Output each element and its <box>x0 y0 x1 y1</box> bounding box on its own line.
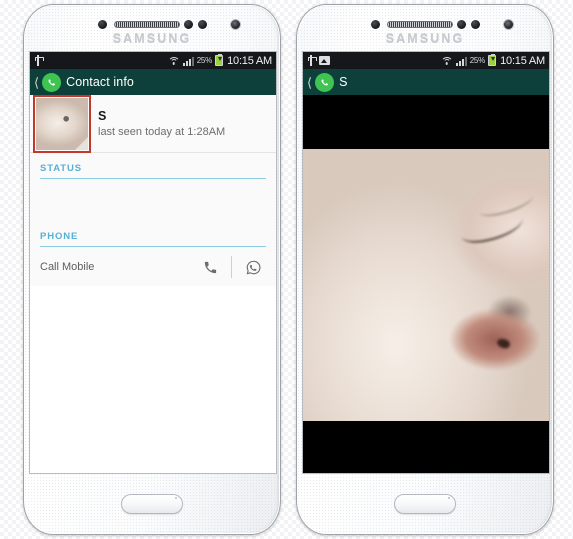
action-bar-title-right: S <box>339 75 348 89</box>
device-brand-left: SAMSUNG <box>112 32 192 46</box>
status-bar-left-icons <box>307 55 330 66</box>
back-chevron-icon[interactable]: ⟨ <box>307 76 312 89</box>
battery-charging-icon <box>488 53 497 66</box>
phone-section: PHONE <box>30 221 276 247</box>
letterbox-top <box>303 95 549 149</box>
phone-screen-left: 25% 10:15 AM ⟨ Contact info S last seen … <box>30 52 276 473</box>
home-button-right[interactable] <box>394 494 456 514</box>
phone-device-left: SAMSUNG 25% 10:15 AM ⟨ Contact info S la… <box>23 4 281 535</box>
status-section-title: STATUS <box>40 163 82 174</box>
call-mobile-label: Call Mobile <box>40 261 95 273</box>
signal-bars-icon <box>455 56 467 66</box>
status-bar-right-icons: 25% 10:15 AM <box>167 53 272 67</box>
status-section: STATUS <box>30 153 276 221</box>
action-bar-title-left: Contact info <box>66 75 134 89</box>
empty-content-area <box>30 286 276 473</box>
front-camera-icon <box>230 19 241 30</box>
action-bar-right: ⟨ S <box>303 69 549 95</box>
phone-handset-icon[interactable] <box>199 256 221 278</box>
back-chevron-icon[interactable]: ⟨ <box>34 76 39 89</box>
wifi-icon <box>440 56 453 66</box>
phone-section-title: PHONE <box>40 231 79 242</box>
action-separator <box>231 256 232 278</box>
status-bar-right: 25% 10:15 AM <box>303 52 549 69</box>
phone-section-divider <box>40 246 266 247</box>
status-section-value <box>40 179 266 221</box>
contact-name: S <box>98 109 107 123</box>
battery-percent-right: 25% <box>469 56 486 65</box>
status-time-left: 10:15 AM <box>227 54 272 67</box>
avatar-corner-fold-icon <box>75 136 88 150</box>
phone-screen-right: 25% 10:15 AM ⟨ S <box>303 52 549 473</box>
whatsapp-call-icon[interactable] <box>242 256 264 278</box>
status-bar-left-icons <box>34 55 44 66</box>
battery-percent-left: 25% <box>196 56 213 65</box>
picture-saved-icon <box>319 56 330 65</box>
usb-icon <box>34 55 44 66</box>
action-bar-left: ⟨ Contact info <box>30 69 276 95</box>
letterbox-bottom <box>303 421 549 473</box>
home-button-left[interactable] <box>121 494 183 514</box>
usb-icon <box>307 55 317 66</box>
status-bar-right-icons: 25% 10:15 AM <box>440 53 545 67</box>
proximity-sensor-icon <box>371 20 380 29</box>
whatsapp-logo-icon[interactable] <box>42 72 62 92</box>
proximity-sensor-icon <box>98 20 107 29</box>
device-brand-right: SAMSUNG <box>385 32 465 46</box>
call-actions <box>199 256 264 278</box>
profile-photo-viewer[interactable] <box>303 95 549 473</box>
top-hardware-right <box>297 18 553 32</box>
earpiece-speaker-icon <box>387 21 453 28</box>
phone-device-right: SAMSUNG 25% 10:15 AM ⟨ S <box>296 4 554 535</box>
contact-last-seen: last seen today at 1:28AM <box>98 126 226 138</box>
led-indicator-icon <box>471 20 480 29</box>
front-camera-icon <box>503 19 514 30</box>
battery-charging-icon <box>215 53 224 66</box>
signal-bars-icon <box>182 56 194 66</box>
contact-header-row[interactable]: S last seen today at 1:28AM <box>30 94 276 153</box>
light-sensor-icon <box>184 20 193 29</box>
status-bar-left: 25% 10:15 AM <box>30 52 276 69</box>
whatsapp-logo-icon[interactable] <box>315 72 335 92</box>
light-sensor-icon <box>457 20 466 29</box>
led-indicator-icon <box>198 20 207 29</box>
profile-photo-full-view[interactable] <box>303 149 549 421</box>
contact-avatar-thumbnail[interactable] <box>33 94 91 153</box>
top-hardware-left <box>24 18 280 32</box>
status-time-right: 10:15 AM <box>500 54 545 67</box>
earpiece-speaker-icon <box>114 21 180 28</box>
photo-blur-layer <box>303 149 549 421</box>
screenshot-canvas: SAMSUNG 25% 10:15 AM ⟨ Contact info S la… <box>0 0 573 539</box>
wifi-icon <box>167 56 180 66</box>
contact-text-block: S last seen today at 1:28AM <box>98 109 225 138</box>
call-mobile-row[interactable]: Call Mobile <box>30 248 276 286</box>
contact-info-body: S last seen today at 1:28AM STATUS PHONE… <box>30 94 276 473</box>
